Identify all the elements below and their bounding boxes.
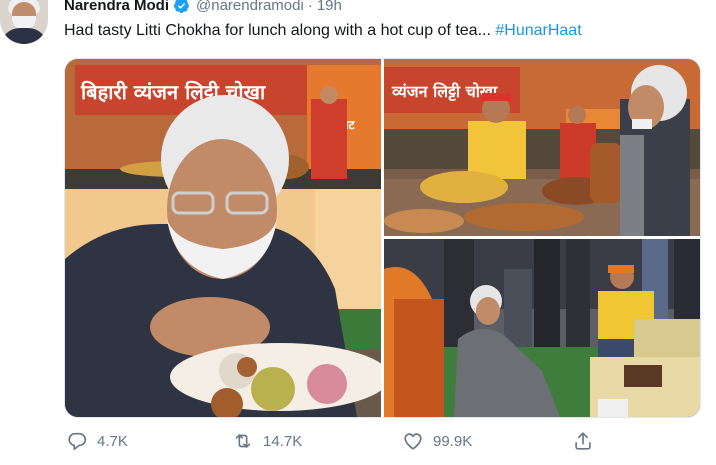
tweet-timestamp[interactable]: 19h (317, 0, 342, 14)
reply-count: 4.7K (97, 432, 128, 450)
avatar-coat (0, 28, 48, 44)
reply-button[interactable]: 4.7K (66, 428, 128, 454)
hashtag-link[interactable]: #HunarHaat (495, 22, 581, 39)
verified-badge-icon (173, 0, 190, 14)
tweet-header: Narendra Modi @narendramodi · 19h (64, 0, 342, 15)
photo-3-image (384, 239, 700, 417)
like-button[interactable]: 99.9K (402, 428, 472, 454)
photo-1[interactable]: बिहारी व्यंजन लिट्टी चोखा हाट (65, 59, 381, 417)
tweet-actions: 4.7K 14.7K 99.9K (64, 428, 664, 454)
photo-2-image: व्यंजन लिट्टी चोखा हाट (384, 59, 700, 236)
tweet-body-text: Had tasty Litti Chokha for lunch along w… (64, 22, 496, 39)
media-grid: बिहारी व्यंजन लिट्टी चोखा हाट (64, 58, 701, 418)
author-name[interactable]: Narendra Modi (64, 0, 169, 14)
like-count: 99.9K (433, 432, 473, 450)
reply-icon (68, 432, 87, 451)
retweet-icon (235, 434, 251, 448)
share-icon (575, 432, 591, 450)
photo-2[interactable]: व्यंजन लिट्टी चोखा हाट (384, 59, 700, 236)
retweet-button[interactable]: 14.7K (232, 428, 302, 454)
separator-dot: · (307, 0, 313, 14)
avatar[interactable] (0, 0, 48, 44)
author-handle[interactable]: @narendramodi (196, 0, 304, 14)
photo-3[interactable] (384, 239, 700, 417)
retweet-count: 14.7K (263, 432, 303, 450)
tweet-text: Had tasty Litti Chokha for lunch along w… (64, 22, 582, 40)
share-button[interactable] (572, 428, 603, 454)
tweet: Narendra Modi @narendramodi · 19h Had ta… (0, 0, 716, 465)
photo-1-image: बिहारी व्यंजन लिट्टी चोखा हाट (65, 59, 381, 417)
heart-icon (404, 433, 422, 450)
stall-sign-text: व्यंजन लिट्टी चोखा (391, 82, 498, 102)
